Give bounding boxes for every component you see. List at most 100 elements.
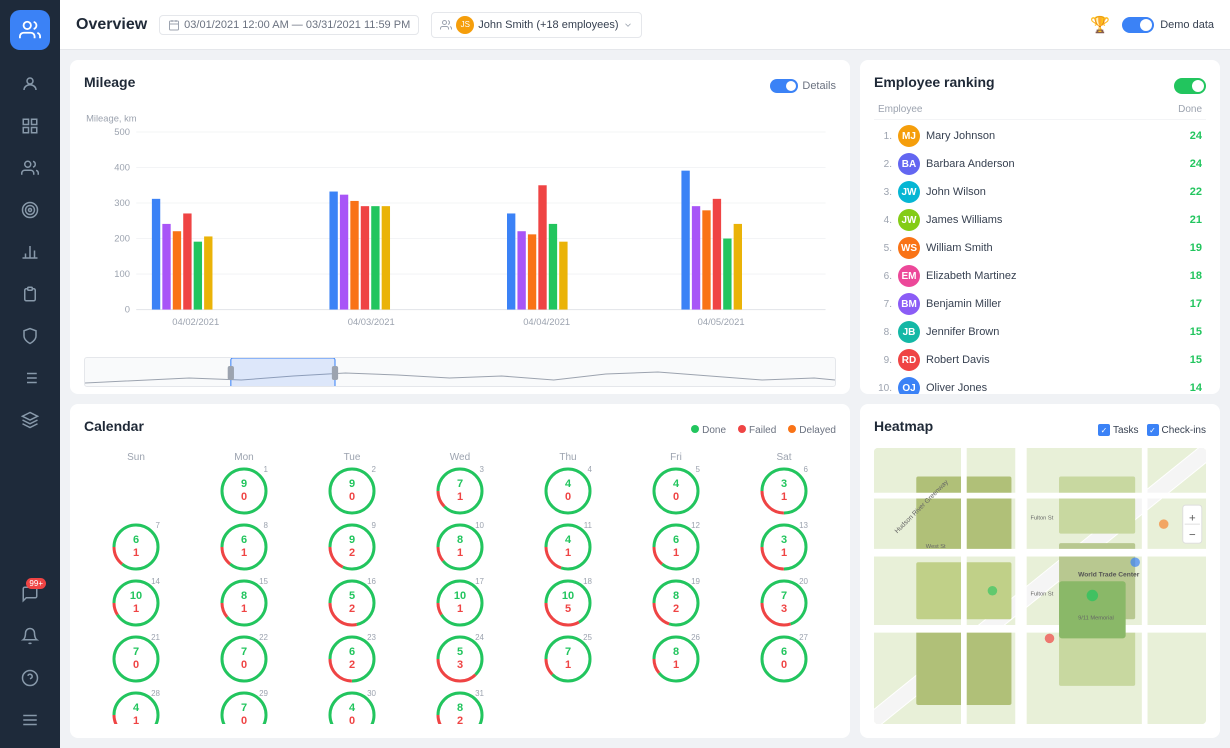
sidebar-item-people[interactable] [12, 150, 48, 186]
demo-data-toggle[interactable]: Demo data [1122, 17, 1214, 33]
rank-avatar: EM [898, 265, 920, 287]
calendar-cell[interactable]: 8 1 26 [624, 633, 728, 685]
ranking-row[interactable]: 2. BA Barbara Anderson 24 [874, 150, 1206, 178]
cal-red-num: 2 [349, 659, 355, 672]
calendar-cell[interactable] [84, 465, 188, 517]
calendar-cell[interactable]: 10 1 14 [84, 577, 188, 629]
calendar-cell[interactable]: 8 2 31 [408, 689, 512, 724]
checkins-checkbox[interactable]: Check-ins [1147, 424, 1206, 436]
rank-number: 2. [878, 159, 892, 170]
cal-green-num: 7 [565, 646, 571, 659]
calendar-cell[interactable] [732, 689, 836, 724]
ranking-columns: Employee Done [874, 104, 1206, 120]
date-range-picker[interactable]: 03/01/2021 12:00 AM — 03/31/2021 11:59 P… [159, 15, 419, 35]
calendar-cell[interactable]: 4 1 11 [516, 521, 620, 573]
cal-green-num: 7 [781, 590, 787, 603]
sidebar-item-chart[interactable] [12, 234, 48, 270]
calendar-cell[interactable]: 8 1 10 [408, 521, 512, 573]
cal-green-num: 9 [349, 534, 355, 547]
calendar-cell[interactable]: 3 1 6 [732, 465, 836, 517]
calendar-cell-inner: 9 0 [241, 478, 247, 504]
ranking-row[interactable]: 3. JW John Wilson 22 [874, 178, 1206, 206]
sidebar-item-target[interactable] [12, 192, 48, 228]
calendar-cell[interactable]: 3 1 13 [732, 521, 836, 573]
calendar-cell[interactable]: 8 2 19 [624, 577, 728, 629]
sidebar-item-menu[interactable] [12, 702, 48, 738]
sidebar-item-user[interactable] [12, 66, 48, 102]
rank-avatar: JB [898, 321, 920, 343]
calendar-ring: 8 2 31 [434, 689, 486, 724]
ranking-row[interactable]: 6. EM Elizabeth Martinez 18 [874, 262, 1206, 290]
ranking-row[interactable]: 9. RD Robert Davis 15 [874, 346, 1206, 374]
ranking-row[interactable]: 10. OJ Oliver Jones 14 [874, 374, 1206, 394]
calendar-cell-inner: 3 1 [781, 534, 787, 560]
calendar-cell[interactable]: 7 3 20 [732, 577, 836, 629]
sidebar-item-list[interactable] [12, 360, 48, 396]
rank-name: John Wilson [926, 186, 1184, 198]
sidebar-item-clipboard[interactable] [12, 276, 48, 312]
ranking-row[interactable]: 7. BM Benjamin Miller 17 [874, 290, 1206, 318]
calendar-cell[interactable] [516, 689, 620, 724]
calendar-ring: 3 1 6 [758, 465, 810, 517]
svg-text:500: 500 [114, 126, 130, 137]
rank-avatar: JW [898, 209, 920, 231]
cal-green-num: 4 [565, 534, 571, 547]
employee-picker[interactable]: JS John Smith (+18 employees) [431, 12, 641, 38]
calendar-cell[interactable]: 10 1 17 [408, 577, 512, 629]
calendar-cell[interactable]: 7 0 29 [192, 689, 296, 724]
sidebar-item-dashboard[interactable] [12, 108, 48, 144]
ranking-row[interactable]: 4. JW James Williams 21 [874, 206, 1206, 234]
calendar-cell[interactable]: 6 1 12 [624, 521, 728, 573]
cal-red-num: 1 [133, 547, 139, 560]
calendar-cell[interactable]: 6 2 23 [300, 633, 404, 685]
details-switch[interactable] [770, 79, 798, 93]
sidebar-item-notifications[interactable] [12, 618, 48, 654]
calendar-cell[interactable]: 9 0 1 [192, 465, 296, 517]
calendar-cell[interactable]: 6 1 8 [192, 521, 296, 573]
sidebar-item-layers[interactable] [12, 402, 48, 438]
demo-toggle-switch[interactable] [1122, 17, 1154, 33]
calendar-cell[interactable] [624, 689, 728, 724]
cal-red-num: 5 [565, 603, 571, 616]
sidebar-item-help[interactable] [12, 660, 48, 696]
sidebar-item-chat[interactable]: 99+ [12, 576, 48, 612]
svg-text:9/11 Memorial: 9/11 Memorial [1078, 615, 1114, 621]
details-label: Details [802, 80, 836, 92]
calendar-cell[interactable]: 10 5 18 [516, 577, 620, 629]
calendar-cell[interactable]: 7 0 22 [192, 633, 296, 685]
calendar-cell[interactable]: 4 0 4 [516, 465, 620, 517]
calendar-cell[interactable]: 6 0 27 [732, 633, 836, 685]
ranking-toggle[interactable] [1174, 78, 1206, 94]
sidebar-item-shield[interactable] [12, 318, 48, 354]
calendar-cell[interactable]: 4 0 5 [624, 465, 728, 517]
calendar-cell-inner: 9 2 [349, 534, 355, 560]
calendar-cell[interactable]: 9 2 9 [300, 521, 404, 573]
calendar-cell[interactable]: 7 1 3 [408, 465, 512, 517]
calendar-cell[interactable]: 5 2 16 [300, 577, 404, 629]
rank-name: Jennifer Brown [926, 326, 1184, 338]
tasks-checkbox[interactable]: Tasks [1098, 424, 1139, 436]
calendar-cell[interactable]: 7 0 21 [84, 633, 188, 685]
calendar-cell-inner: 7 1 [457, 478, 463, 504]
calendar-cell[interactable]: 4 1 28 [84, 689, 188, 724]
rank-avatar: RD [898, 349, 920, 371]
calendar-ring: 10 1 14 [110, 577, 162, 629]
details-toggle[interactable]: Details [770, 79, 836, 93]
calendar-cell[interactable]: 4 0 30 [300, 689, 404, 724]
calendar-cell[interactable]: 9 0 2 [300, 465, 404, 517]
rank-number: 3. [878, 187, 892, 198]
calendar-cell[interactable]: 7 1 25 [516, 633, 620, 685]
ranking-row[interactable]: 1. MJ Mary Johnson 24 [874, 122, 1206, 150]
calendar-cell[interactable]: 6 1 7 [84, 521, 188, 573]
calendar-cell[interactable]: 8 1 15 [192, 577, 296, 629]
rank-name: Oliver Jones [926, 382, 1184, 394]
calendar-cell[interactable]: 5 3 24 [408, 633, 512, 685]
ranking-row[interactable]: 5. WS William Smith 19 [874, 234, 1206, 262]
chart-mini-navigator[interactable] [84, 357, 836, 387]
cal-green-num: 7 [241, 702, 247, 715]
app-logo[interactable] [10, 10, 50, 50]
heatmap-map: Hudson River Greenway Fulton St Fulton S… [874, 448, 1206, 724]
calendar-date: 22 [259, 633, 268, 642]
calendar-ring: 3 1 13 [758, 521, 810, 573]
ranking-row[interactable]: 8. JB Jennifer Brown 15 [874, 318, 1206, 346]
